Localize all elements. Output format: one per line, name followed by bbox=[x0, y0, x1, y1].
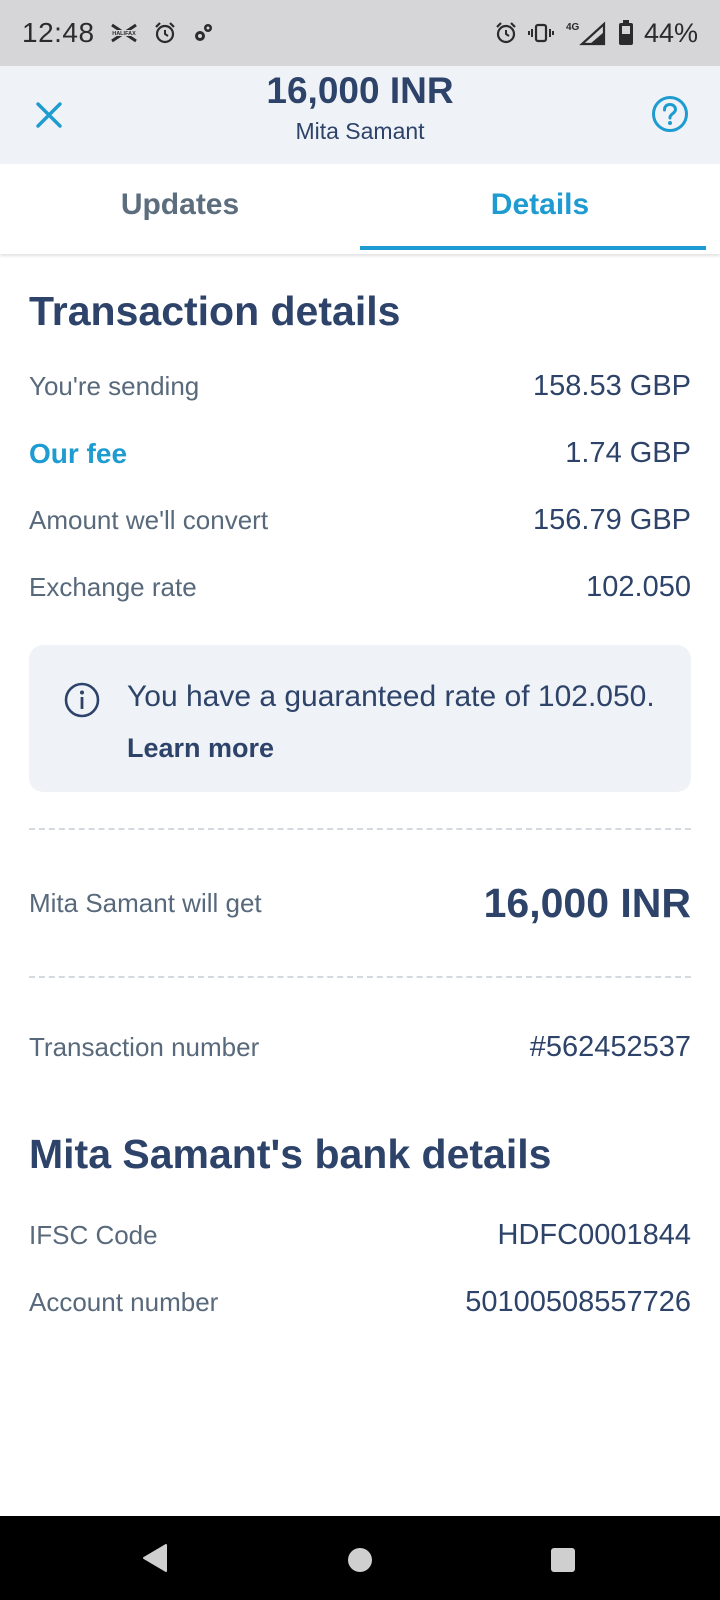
recents-button[interactable] bbox=[549, 1546, 577, 1579]
home-button[interactable] bbox=[346, 1546, 374, 1579]
settings-icon bbox=[191, 21, 215, 45]
recipient-gets-value: 16,000 INR bbox=[483, 879, 691, 926]
recipient-gets-row: Mita Samant will get 16,000 INR bbox=[29, 830, 691, 976]
info-body: You have a guaranteed rate of 102.050. L… bbox=[127, 673, 655, 764]
ifsc-row: IFSC Code HDFC0001844 bbox=[29, 1202, 691, 1269]
status-left-icons: HALIFAX bbox=[109, 21, 215, 45]
status-time: 12:48 bbox=[22, 17, 95, 48]
ifsc-label: IFSC Code bbox=[29, 1220, 158, 1250]
account-number-row: Account number 50100508557726 bbox=[29, 1269, 691, 1336]
info-icon bbox=[64, 682, 100, 718]
details-content: Transaction details You're sending 158.5… bbox=[29, 254, 691, 1336]
convert-row: Amount we'll convert 156.79 GBP bbox=[29, 487, 691, 554]
account-number-value: 50100508557726 bbox=[465, 1286, 691, 1318]
battery-icon bbox=[618, 20, 634, 46]
halifax-logo-text: HALIFAX bbox=[112, 31, 136, 37]
recents-icon bbox=[551, 1548, 575, 1572]
transaction-number-row: Transaction number #562452537 bbox=[29, 1014, 691, 1081]
transaction-number-label: Transaction number bbox=[29, 1032, 260, 1062]
tab-details[interactable]: Details bbox=[360, 164, 720, 254]
header-amount: 16,000 INR bbox=[266, 70, 454, 111]
fee-value: 1.74 GBP bbox=[565, 437, 691, 469]
home-icon bbox=[348, 1548, 372, 1572]
sending-row: You're sending 158.53 GBP bbox=[29, 353, 691, 420]
recipient-gets-label: Mita Samant will get bbox=[29, 887, 262, 918]
learn-more-link[interactable]: Learn more bbox=[127, 733, 274, 764]
transaction-details-title: Transaction details bbox=[29, 288, 401, 334]
sending-label: You're sending bbox=[29, 371, 200, 401]
alarm-icon bbox=[153, 21, 177, 45]
account-number-label: Account number bbox=[29, 1287, 219, 1317]
bank-details-title: Mita Samant's bank details bbox=[29, 1131, 552, 1177]
convert-value: 156.79 GBP bbox=[533, 504, 691, 536]
exchange-rate-label: Exchange rate bbox=[29, 572, 197, 602]
guaranteed-rate-info-box: You have a guaranteed rate of 102.050. L… bbox=[29, 645, 691, 792]
exchange-rate-value: 102.050 bbox=[586, 571, 691, 603]
tab-updates[interactable]: Updates bbox=[0, 164, 360, 254]
our-fee-link[interactable]: Our fee bbox=[29, 438, 127, 470]
tab-bar: Updates Details bbox=[0, 164, 720, 254]
status-right-icons: 4G 44% bbox=[494, 18, 698, 49]
vibrate-icon bbox=[527, 21, 554, 45]
signal-4g-icon: 4G bbox=[564, 20, 608, 46]
transfer-header: 16,000 INR Mita Samant bbox=[0, 66, 720, 164]
fee-row: Our fee 1.74 GBP bbox=[29, 420, 691, 487]
help-button[interactable] bbox=[650, 94, 690, 134]
battery-percent: 44% bbox=[643, 17, 698, 48]
transaction-number-value: #562452537 bbox=[529, 1031, 691, 1063]
back-icon bbox=[143, 1544, 167, 1572]
status-bar: 12:48 HALIFAX 4G 44% bbox=[0, 0, 720, 66]
system-nav-bar bbox=[0, 1516, 720, 1600]
convert-label: Amount we'll convert bbox=[29, 505, 269, 535]
divider bbox=[29, 976, 691, 978]
alarm-icon bbox=[494, 21, 518, 45]
sending-value: 158.53 GBP bbox=[533, 370, 691, 402]
help-icon bbox=[652, 96, 688, 132]
network-type-label: 4G bbox=[566, 22, 580, 33]
halifax-app-icon: HALIFAX bbox=[109, 23, 139, 43]
back-button[interactable] bbox=[140, 1542, 170, 1579]
exchange-rate-row: Exchange rate 102.050 bbox=[29, 554, 691, 621]
guaranteed-rate-text: You have a guaranteed rate of 102.050. bbox=[127, 680, 655, 713]
ifsc-value: HDFC0001844 bbox=[497, 1219, 691, 1251]
header-recipient-name: Mita Samant bbox=[295, 118, 425, 144]
